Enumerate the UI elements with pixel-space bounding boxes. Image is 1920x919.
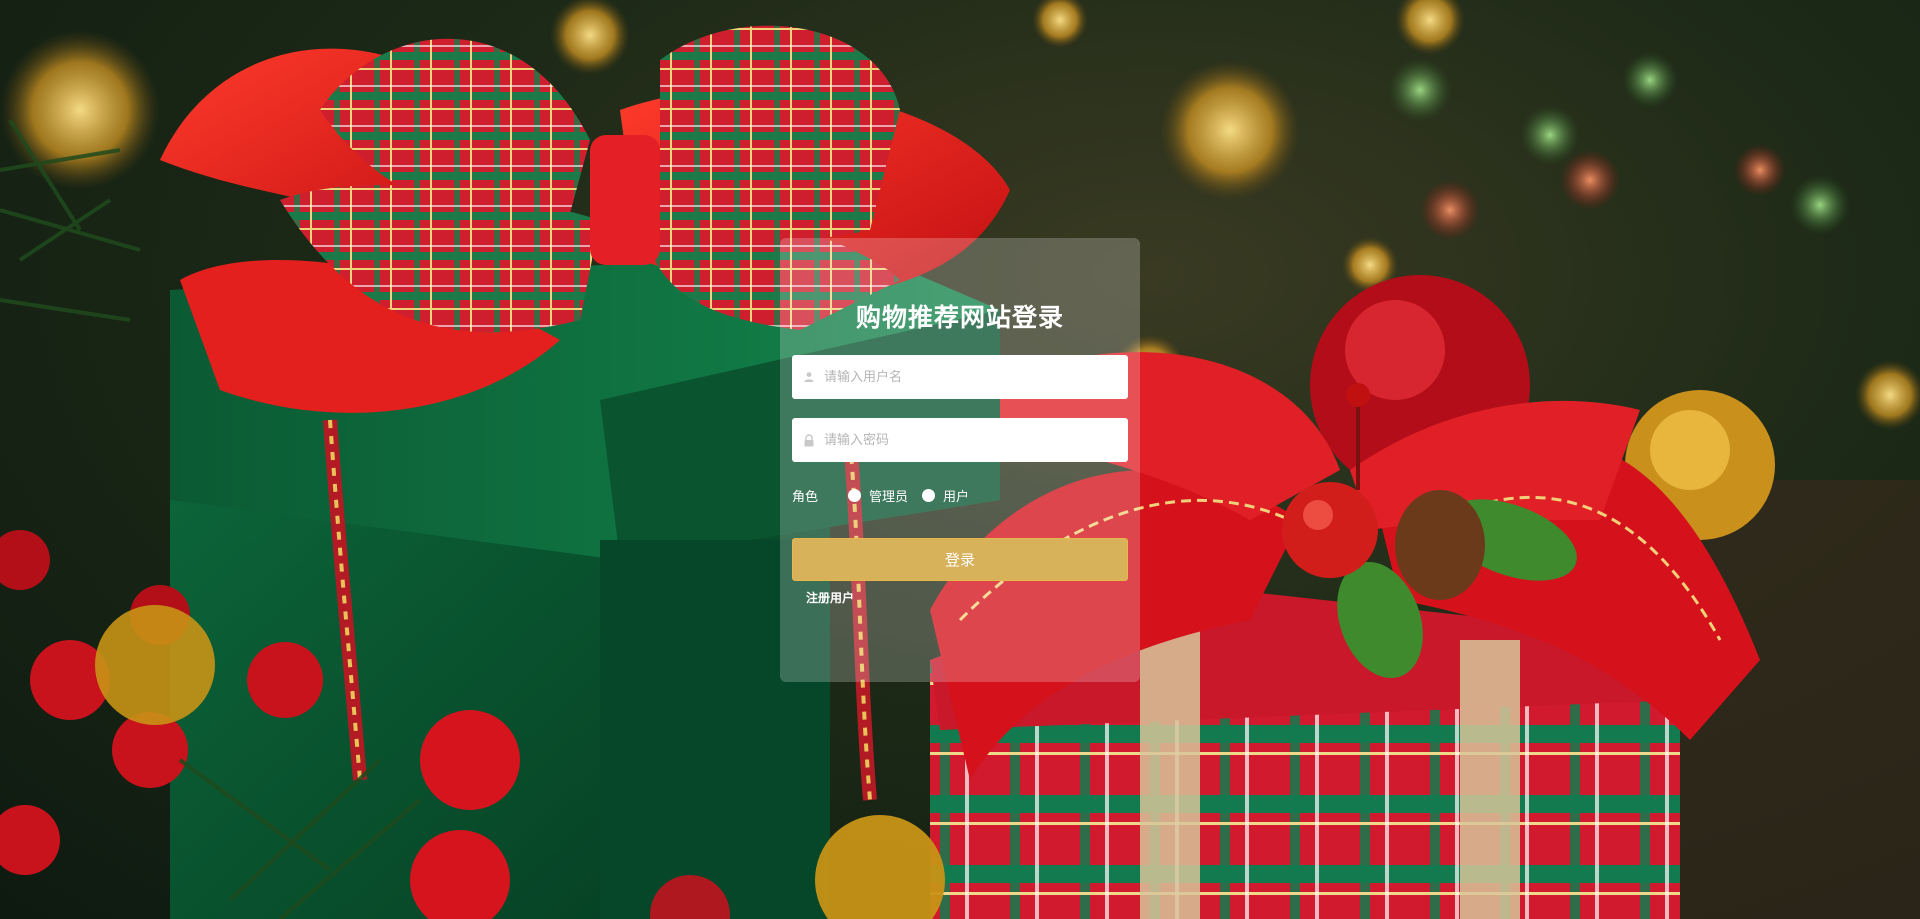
login-button[interactable]: 登录 (792, 538, 1128, 581)
role-admin-label: 管理员 (869, 489, 909, 505)
role-user-radio[interactable]: 用户 (922, 486, 969, 505)
role-admin-radio[interactable]: 管理员 (848, 486, 908, 505)
page-title: 购物推荐网站登录 (855, 303, 1064, 332)
role-selector: 角色 管理员 用户 (792, 485, 1128, 505)
role-user-label: 用户 (943, 489, 970, 505)
username-input[interactable] (822, 356, 1128, 398)
radio-circle-icon[interactable] (848, 488, 861, 502)
role-label: 角色 (792, 489, 819, 505)
lock-icon (800, 431, 818, 449)
username-field[interactable] (792, 355, 1128, 399)
register-link[interactable]: 注册用户 (806, 589, 854, 606)
password-input[interactable] (822, 419, 1128, 461)
radio-circle-icon[interactable] (922, 488, 936, 502)
user-icon (800, 368, 818, 386)
login-panel: 购物推荐网站登录 角色 管理员 用户 登录 注册用户 (780, 238, 1140, 682)
password-field[interactable] (792, 418, 1128, 462)
